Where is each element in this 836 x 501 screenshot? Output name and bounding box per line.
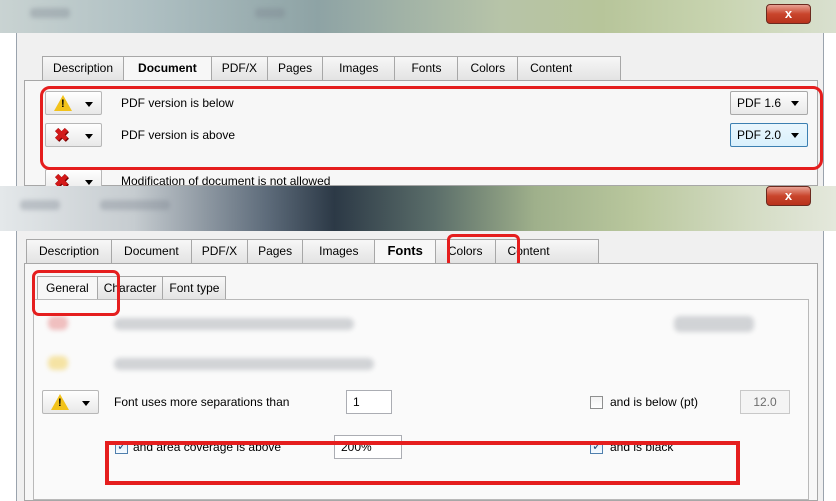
- below-pt-input[interactable]: 12.0: [740, 390, 790, 414]
- tab-colors[interactable]: Colors: [457, 56, 519, 80]
- area-coverage-input[interactable]: 200%: [334, 435, 402, 459]
- chevron-down-icon: [85, 134, 93, 139]
- chevron-down-icon: [85, 102, 93, 107]
- row-label: PDF version is below: [121, 96, 234, 110]
- blurred-icon: [48, 356, 68, 370]
- tab-content[interactable]: Content: [494, 239, 599, 263]
- severity-dropdown[interactable]: ✖: [45, 123, 102, 147]
- tab-images[interactable]: Images: [302, 239, 376, 263]
- select-value: PDF 2.0: [737, 128, 782, 142]
- blurred-row: [674, 316, 754, 332]
- close-icon: x: [784, 188, 793, 203]
- area-coverage-label: and area coverage is above: [133, 440, 282, 454]
- subtab-font-type[interactable]: Font type: [162, 276, 227, 300]
- error-icon: ✖: [54, 125, 70, 145]
- blurred-row: [114, 318, 354, 330]
- tab-pdfx[interactable]: PDF/X: [210, 56, 269, 80]
- blurred-title: [30, 8, 70, 18]
- chevron-down-icon: [791, 133, 799, 138]
- row-label: PDF version is above: [121, 128, 236, 142]
- tab-document[interactable]: Document: [111, 239, 192, 263]
- severity-dropdown[interactable]: ✖: [45, 169, 102, 186]
- tab-document[interactable]: Document: [123, 56, 212, 80]
- pdf-version-above-select[interactable]: PDF 2.0: [730, 123, 808, 147]
- tab-pages[interactable]: Pages: [267, 56, 324, 80]
- blurred-title: [255, 8, 285, 18]
- pdf-version-below-select[interactable]: PDF 1.6: [730, 91, 808, 115]
- area-coverage-checkbox[interactable]: [115, 439, 128, 454]
- tab-pages[interactable]: Pages: [247, 239, 304, 263]
- warning-icon: [54, 95, 72, 111]
- tab-content[interactable]: Content: [517, 56, 622, 80]
- separations-label: Font uses more separations than: [114, 395, 290, 409]
- row-label: Modification of document is not allowed: [121, 174, 331, 186]
- tab-bar: Description Document PDF/X Pages Images …: [42, 56, 622, 80]
- below-pt-label: and is below (pt): [610, 395, 699, 409]
- tab-images[interactable]: Images: [322, 56, 396, 80]
- subtab-character[interactable]: Character: [96, 276, 164, 300]
- chevron-down-icon: [791, 101, 799, 106]
- chevron-down-icon: [82, 401, 90, 406]
- close-button[interactable]: x: [766, 4, 811, 24]
- chevron-down-icon: [85, 180, 93, 185]
- general-subpanel: Font uses more separations than 1 and is…: [33, 299, 809, 500]
- tab-pdfx[interactable]: PDF/X: [190, 239, 249, 263]
- blurred-title: [20, 200, 60, 210]
- close-button[interactable]: x: [766, 186, 811, 206]
- severity-dropdown[interactable]: [45, 91, 102, 115]
- tab-fonts[interactable]: Fonts: [394, 56, 459, 80]
- select-value: PDF 1.6: [737, 96, 782, 110]
- close-icon: x: [784, 6, 793, 21]
- bottom-window: x Description Document PDF/X Pages Image…: [0, 186, 836, 501]
- blurred-title: [100, 200, 170, 210]
- is-black-label: and is black: [610, 440, 674, 454]
- tab-colors[interactable]: Colors: [434, 239, 496, 263]
- below-pt-checkbox[interactable]: [590, 396, 603, 409]
- subtab-general[interactable]: General: [37, 276, 98, 300]
- severity-dropdown[interactable]: [42, 390, 99, 414]
- tab-description[interactable]: Description: [26, 239, 113, 263]
- tab-bar: Description Document PDF/X Pages Images …: [26, 239, 599, 263]
- blurred-icon: [48, 316, 68, 330]
- separations-input[interactable]: 1: [346, 390, 392, 414]
- error-icon: ✖: [54, 171, 70, 186]
- fonts-panel: General Character Font type Font uses mo…: [24, 263, 818, 501]
- title-bar[interactable]: x: [0, 186, 836, 231]
- tab-description[interactable]: Description: [42, 56, 125, 80]
- subtab-bar: General Character Font type: [37, 276, 227, 300]
- title-bar[interactable]: x: [0, 0, 836, 33]
- is-black-checkbox[interactable]: [590, 439, 603, 454]
- warning-icon: [51, 394, 69, 410]
- document-panel: PDF version is below PDF 1.6 ✖ PDF versi…: [24, 80, 818, 186]
- top-window: x Description Document PDF/X Pages Image…: [0, 0, 836, 186]
- tab-fonts[interactable]: Fonts: [374, 239, 436, 263]
- blurred-row: [114, 358, 374, 370]
